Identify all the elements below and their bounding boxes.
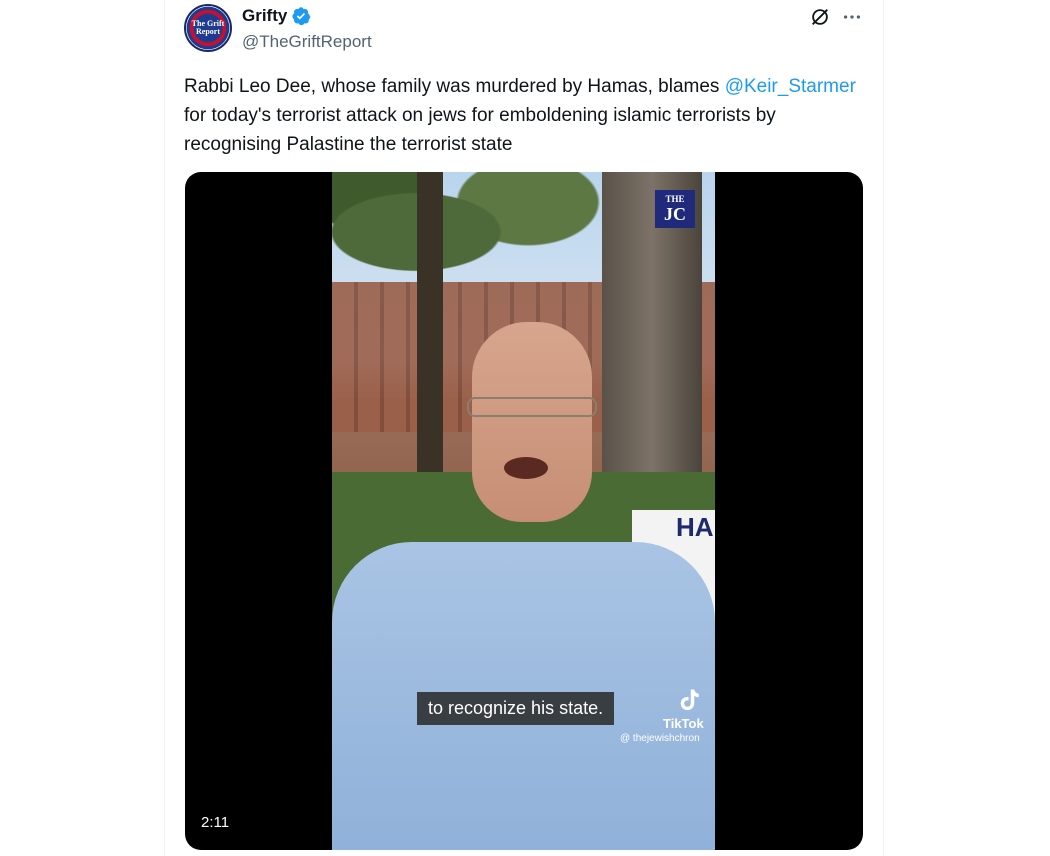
jc-logo: THE JC <box>655 190 695 228</box>
tiktok-icon <box>680 689 699 711</box>
video-frame[interactable]: HA THE JC to recognize his state. TikTok… <box>332 172 715 850</box>
avatar[interactable]: The Grift Report <box>184 4 232 52</box>
video-player[interactable]: HA THE JC to recognize his state. TikTok… <box>185 172 863 850</box>
author-name-row: Grifty <box>242 6 311 26</box>
video-caption: to recognize his state. <box>417 692 615 725</box>
tweet[interactable]: The Grift Report Grifty @TheGriftReport … <box>165 0 883 856</box>
timeline-right-border <box>883 0 884 856</box>
video-duration: 2:11 <box>201 814 230 831</box>
tweet-text-end: for today's terrorist attack on jews for… <box>184 105 776 155</box>
grok-icon[interactable] <box>809 6 831 28</box>
more-options-icon[interactable] <box>841 6 863 28</box>
jc-logo-bottom: JC <box>664 204 686 224</box>
person-head <box>472 322 592 522</box>
verified-badge-icon[interactable] <box>291 6 311 26</box>
tree-foliage <box>332 172 612 322</box>
glasses <box>467 397 597 417</box>
tweet-text: Rabbi Leo Dee, whose family was murdered… <box>184 72 864 159</box>
author-display-name[interactable]: Grifty <box>242 6 287 26</box>
tree-trunk-left <box>417 172 443 502</box>
mouth <box>504 457 548 479</box>
author-handle[interactable]: @TheGriftReport <box>242 32 372 52</box>
tiktok-handle: @ thejewishchron <box>620 733 700 744</box>
tiktok-label: TikTok <box>663 716 704 731</box>
protest-sign-text: HA <box>676 512 714 542</box>
jc-logo-top: THE <box>665 194 685 204</box>
mention-link[interactable]: @Keir_Starmer <box>725 76 856 97</box>
tweet-text-start: Rabbi Leo Dee, whose family was murdered… <box>184 76 725 97</box>
avatar-text: The Grift Report <box>191 19 225 36</box>
